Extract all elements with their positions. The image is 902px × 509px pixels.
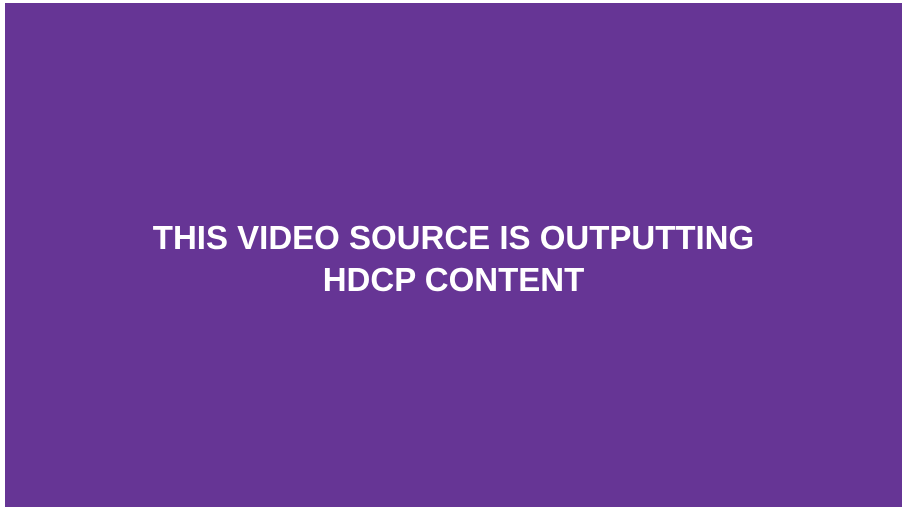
hdcp-warning-line-2: HDCP CONTENT <box>322 261 585 298</box>
hdcp-warning-message: THIS VIDEO SOURCE IS OUTPUTTING HDCP CON… <box>153 217 754 301</box>
hdcp-warning-screen: THIS VIDEO SOURCE IS OUTPUTTING HDCP CON… <box>5 3 902 507</box>
hdcp-warning-line-1: THIS VIDEO SOURCE IS OUTPUTTING <box>152 219 755 256</box>
